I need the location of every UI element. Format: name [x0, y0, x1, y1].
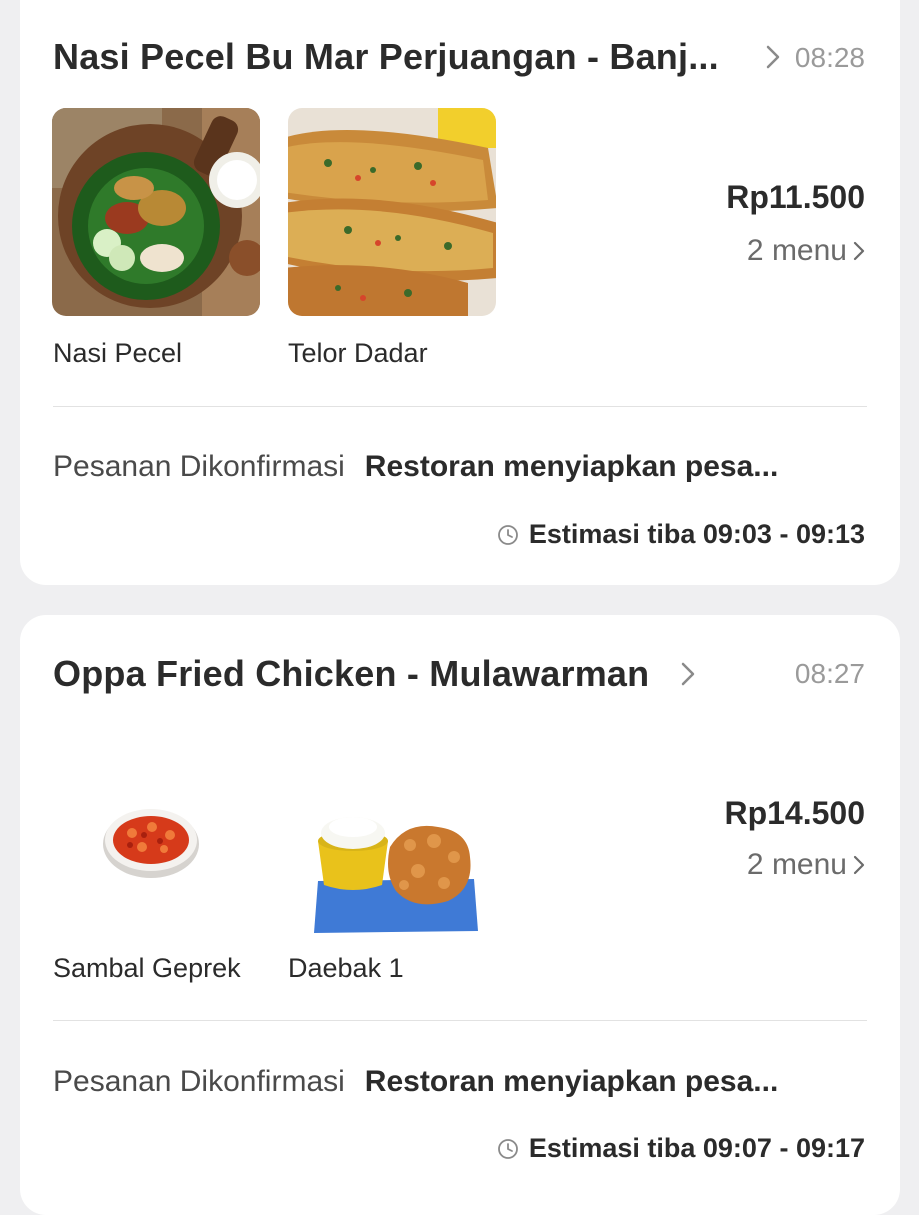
restaurant-name[interactable]: Oppa Fried Chicken - Mulawarman — [53, 653, 649, 695]
estimated-arrival: Estimasi tiba 09:03 - 09:13 — [497, 519, 865, 550]
nasi-pecel-photo — [52, 108, 260, 316]
clock-icon — [497, 1138, 518, 1159]
sambal-geprek-photo — [52, 761, 260, 969]
order-status: Pesanan Dikonfirmasi Restoran menyiapkan… — [53, 1065, 865, 1099]
menu-count-link[interactable]: 2 menu — [747, 234, 865, 268]
divider — [53, 1020, 867, 1021]
status-description: Restoran menyiapkan pesa... — [364, 1065, 779, 1098]
item-name: Daebak 1 — [288, 953, 404, 983]
eta-text: Estimasi tiba 09:03 - 09:13 — [528, 519, 865, 549]
estimated-arrival: Estimasi tiba 09:07 - 09:17 — [497, 1133, 865, 1164]
order-price: Rp14.500 — [724, 795, 865, 831]
eta-text: Estimasi tiba 09:07 - 09:17 — [528, 1133, 865, 1163]
status-label: Pesanan Dikonfirmasi — [53, 450, 345, 483]
order-status: Pesanan Dikonfirmasi Restoran menyiapkan… — [53, 450, 865, 484]
divider — [53, 406, 867, 407]
order-price: Rp11.500 — [726, 179, 865, 215]
chevron-right-icon — [853, 241, 865, 261]
clock-icon — [497, 524, 518, 545]
chevron-right-icon — [853, 855, 865, 875]
menu-count: 2 menu — [746, 234, 847, 267]
menu-count: 2 menu — [746, 848, 847, 881]
menu-count-link[interactable]: 2 menu — [747, 848, 865, 882]
restaurant-name[interactable]: Nasi Pecel Bu Mar Perjuangan - Banj... — [53, 36, 719, 78]
item-name: Sambal Geprek — [53, 953, 241, 983]
status-description: Restoran menyiapkan pesa... — [364, 450, 779, 483]
order-time: 08:28 — [794, 42, 865, 73]
daebak-photo — [288, 761, 496, 969]
order-card[interactable]: Oppa Fried Chicken - Mulawarman 08:27 Sa… — [20, 615, 900, 1215]
status-label: Pesanan Dikonfirmasi — [53, 1065, 345, 1098]
telor-dadar-photo — [288, 108, 496, 316]
item-name: Nasi Pecel — [53, 338, 183, 368]
chevron-right-icon[interactable] — [680, 661, 696, 687]
order-card[interactable]: Nasi Pecel Bu Mar Perjuangan - Banj... 0… — [20, 0, 900, 585]
order-time: 08:27 — [794, 658, 865, 689]
item-name: Telor Dadar — [288, 338, 428, 368]
chevron-right-icon[interactable] — [765, 44, 781, 70]
